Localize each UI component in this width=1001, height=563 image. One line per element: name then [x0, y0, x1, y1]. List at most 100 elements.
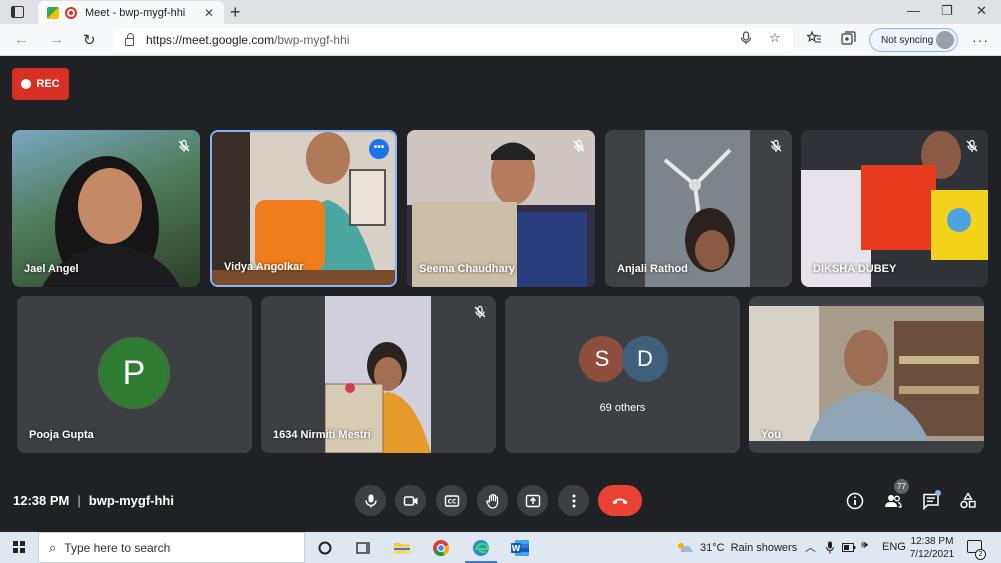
activities-button[interactable]: [957, 490, 979, 512]
captions-button[interactable]: CC: [436, 485, 467, 516]
rec-label: REC: [36, 78, 60, 90]
meeting-details-button[interactable]: [844, 490, 866, 512]
clock-date: 7/12/2021: [909, 549, 955, 560]
volume-icon[interactable]: 🕪: [861, 539, 868, 552]
participant-options-button[interactable]: •••: [369, 139, 389, 159]
present-screen-button[interactable]: [517, 485, 548, 516]
muted-mic-icon: [177, 139, 191, 153]
participant-tile[interactable]: 1634 Nirmiti Mestri: [261, 296, 496, 453]
meeting-info: 12:38 PM | bwp-mygf-hhi: [13, 493, 174, 508]
url-field[interactable]: https://meet.google.com/bwp-mygf-hhi: [113, 28, 793, 52]
participant-tile[interactable]: Anjali Rathod: [605, 130, 792, 287]
more-vertical-icon: [572, 494, 575, 507]
meeting-code: bwp-mygf-hhi: [88, 493, 174, 508]
url-path: /bwp-mygf-hhi: [274, 33, 350, 47]
microphone-icon: [364, 494, 377, 507]
settings-more-icon[interactable]: ···: [972, 32, 989, 48]
others-avatar: S: [579, 336, 625, 382]
profile-sync-button[interactable]: Not syncing: [869, 28, 958, 52]
search-placeholder: Type here to search: [64, 540, 171, 555]
participant-tile[interactable]: DIKSHA DUBEY: [801, 130, 988, 287]
participant-name: 1634 Nirmiti Mestri: [273, 429, 371, 441]
back-icon[interactable]: ←: [14, 31, 29, 48]
battery-icon[interactable]: [842, 543, 856, 552]
raise-hand-button[interactable]: [477, 485, 508, 516]
participant-name: Vidya Angolkar: [224, 261, 304, 273]
recording-icon: [65, 6, 77, 19]
captions-icon: CC: [444, 494, 459, 507]
url-host: https://meet.google.com: [146, 33, 275, 47]
profile-avatar: [936, 31, 954, 49]
temperature: 31°C: [700, 542, 725, 554]
self-video: [749, 306, 984, 441]
favorite-star-icon[interactable]: ☆: [769, 30, 781, 46]
close-window-button[interactable]: ✕: [976, 3, 987, 19]
svg-text:W: W: [512, 544, 521, 553]
more-options-button[interactable]: [558, 485, 589, 516]
microphone-button[interactable]: [355, 485, 386, 516]
cortana-icon[interactable]: [316, 539, 334, 557]
divider: |: [77, 493, 81, 508]
maximize-button[interactable]: ❐: [941, 3, 953, 19]
favorites-icon[interactable]: [806, 30, 822, 48]
clock-time: 12:38 PM: [910, 536, 954, 547]
participant-name: Anjali Rathod: [617, 263, 688, 275]
file-explorer-icon[interactable]: [393, 539, 411, 557]
participant-avatar: P: [98, 337, 170, 409]
camera-icon: [403, 495, 417, 506]
microphone-in-use-icon[interactable]: [826, 541, 834, 554]
forward-icon[interactable]: →: [49, 31, 64, 48]
others-count: 69 others: [599, 402, 646, 414]
weather-widget[interactable]: 31°C Rain showers: [676, 541, 797, 555]
activities-icon: [960, 492, 976, 509]
taskbar-search-field[interactable]: ⌕ Type here to search: [38, 532, 305, 563]
minimize-button[interactable]: —: [907, 3, 920, 18]
notification-count-badge: 2: [975, 549, 986, 560]
camera-button[interactable]: [395, 485, 426, 516]
show-hidden-icons-icon[interactable]: ︿: [805, 539, 816, 555]
meeting-time: 12:38 PM: [13, 493, 70, 508]
windows-taskbar: ⌕ Type here to search W 31°C Rain shower…: [0, 532, 1001, 563]
new-tab-button[interactable]: +: [230, 2, 241, 23]
word-icon[interactable]: W: [510, 539, 530, 557]
collections-icon[interactable]: [841, 31, 856, 48]
raise-hand-icon: [485, 493, 498, 509]
windows-start-icon[interactable]: [13, 541, 25, 553]
participant-name: Seema Chaudhary: [419, 263, 515, 275]
language-indicator[interactable]: ENG: [882, 541, 906, 553]
present-icon: [525, 494, 540, 507]
people-icon: [885, 495, 902, 508]
participant-tile[interactable]: P Pooja Gupta: [17, 296, 252, 453]
participant-tile[interactable]: Seema Chaudhary: [407, 130, 595, 287]
rain-cloud-icon: [678, 543, 693, 552]
self-name: You: [761, 429, 781, 441]
reload-icon[interactable]: ↻: [83, 31, 96, 49]
participant-name: Pooja Gupta: [29, 429, 94, 441]
people-count-badge: 77: [894, 479, 909, 494]
record-dot-icon: [21, 79, 32, 89]
browser-tab-meet[interactable]: Meet - bwp-mygf-hhi ✕: [38, 1, 224, 24]
weather-text: Rain showers: [730, 542, 798, 554]
self-tile[interactable]: You: [749, 296, 984, 453]
chrome-icon[interactable]: [432, 539, 450, 557]
participant-tile[interactable]: Jael Angel: [12, 130, 200, 287]
taskbar-clock[interactable]: 12:38 PM 7/12/2021: [905, 535, 959, 561]
participant-tile-active[interactable]: ••• Vidya Angolkar: [210, 130, 397, 287]
participant-name: Jael Angel: [24, 263, 79, 275]
recording-indicator[interactable]: REC: [12, 68, 69, 100]
edge-icon[interactable]: [472, 539, 490, 557]
muted-mic-icon: [473, 305, 487, 319]
lock-icon[interactable]: [125, 33, 134, 46]
address-bar: ← → ↻ https://meet.google.com/bwp-mygf-h…: [0, 24, 1001, 56]
muted-mic-icon: [769, 139, 783, 153]
svg-text:CC: CC: [447, 498, 456, 505]
tab-close-icon[interactable]: ✕: [202, 6, 216, 20]
muted-mic-icon: [965, 139, 979, 153]
tab-actions-icon[interactable]: [11, 6, 24, 18]
microphone-permission-icon[interactable]: [740, 31, 752, 48]
task-view-icon[interactable]: [354, 539, 372, 557]
leave-call-button[interactable]: [598, 485, 642, 516]
others-tile[interactable]: S D 69 others: [505, 296, 740, 453]
others-avatar: D: [622, 336, 668, 382]
hang-up-icon: [612, 498, 628, 504]
